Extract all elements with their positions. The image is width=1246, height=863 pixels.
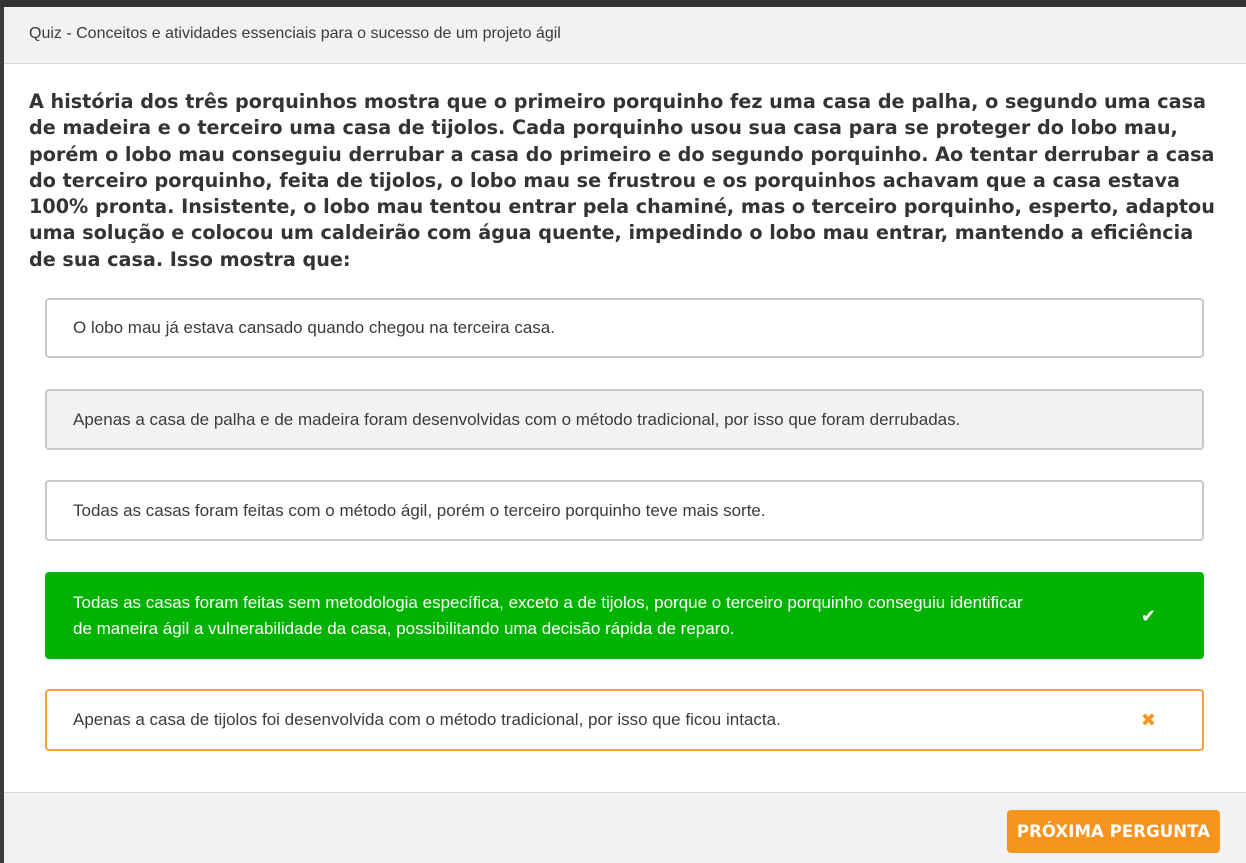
answer-option-label: Todas as casas foram feitas sem metodolo…: [73, 592, 1023, 638]
cross-icon: ✖: [1140, 710, 1156, 730]
answer-option-5-wrong[interactable]: Apenas a casa de tijolos foi desenvolvid…: [45, 689, 1204, 751]
answer-option-4-correct[interactable]: Todas as casas foram feitas sem metodolo…: [45, 572, 1204, 659]
answer-option-1[interactable]: O lobo mau já estava cansado quando cheg…: [45, 298, 1204, 358]
modal-footer: PRÓXIMA PERGUNTA: [4, 792, 1246, 863]
answer-option-label: Apenas a casa de tijolos foi desenvolvid…: [73, 710, 781, 729]
answer-option-3[interactable]: Todas as casas foram feitas com o método…: [45, 480, 1204, 541]
check-icon: ✔: [1140, 605, 1156, 626]
quiz-modal: Quiz - Conceitos e atividades essenciais…: [4, 7, 1246, 863]
next-question-button[interactable]: PRÓXIMA PERGUNTA: [1007, 810, 1220, 853]
answer-option-label: Apenas a casa de palha e de madeira fora…: [73, 409, 961, 429]
modal-header: Quiz - Conceitos e atividades essenciais…: [4, 7, 1246, 64]
answer-option-2[interactable]: Apenas a casa de palha e de madeira fora…: [45, 389, 1204, 450]
question-text: A história dos três porquinhos mostra qu…: [29, 90, 1215, 271]
answer-option-label: Todas as casas foram feitas com o método…: [73, 500, 766, 520]
window-top-bar: [0, 0, 1246, 7]
answer-option-label: O lobo mau já estava cansado quando cheg…: [73, 318, 555, 337]
quiz-title: Quiz - Conceitos e atividades essenciais…: [29, 25, 561, 42]
